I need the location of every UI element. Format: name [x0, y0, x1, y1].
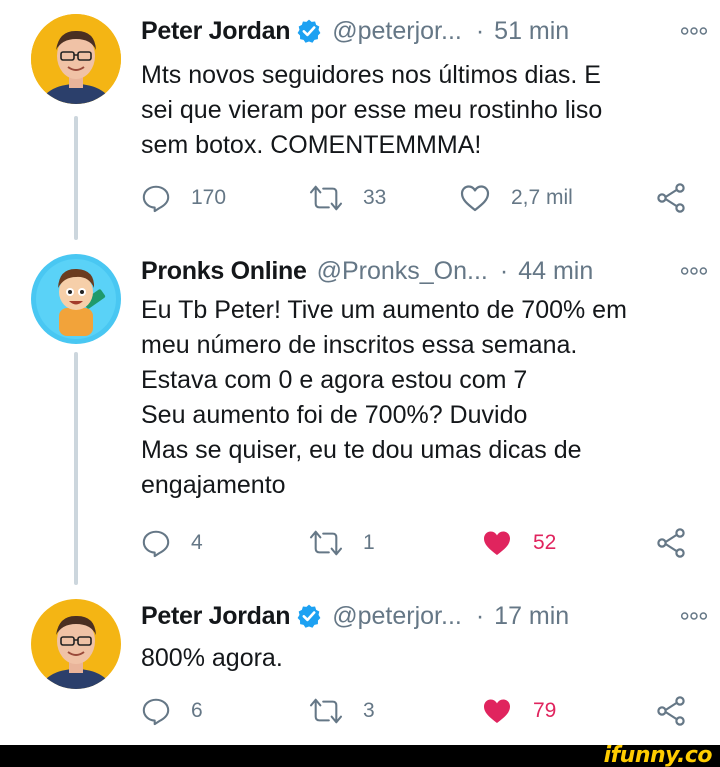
avatar-peter-jordan-image: [31, 14, 121, 104]
like-button[interactable]: 52: [481, 523, 556, 563]
thread-line: [74, 352, 78, 585]
share-button[interactable]: [655, 523, 687, 563]
avatar[interactable]: [31, 14, 121, 104]
retweet-count: 1: [363, 531, 375, 554]
timestamp[interactable]: 44 min: [518, 257, 593, 286]
ifunny-watermark: ifunny.co: [603, 743, 713, 767]
verified-badge-icon: [296, 603, 322, 629]
reply-count: 170: [191, 186, 227, 209]
avatar-pronks-online-image: [31, 254, 121, 344]
reply-count: 4: [191, 531, 203, 554]
tweet-actions: 6 3 79: [141, 691, 701, 731]
tweet-2[interactable]: Pronks Online @Pronks_On... · 44 min Eu …: [0, 240, 720, 585]
like-count: 79: [533, 699, 557, 722]
like-count: 2,7 mil: [511, 186, 573, 209]
more-options-icon[interactable]: [680, 266, 708, 276]
retweet-count: 3: [363, 699, 375, 722]
tweet-actions: 170 33 2,7 mil: [141, 178, 701, 218]
tweet-3[interactable]: Peter Jordan @peterjor... · 17 min 800% …: [0, 585, 720, 743]
author-handle[interactable]: @peterjor...: [332, 17, 462, 46]
author-handle[interactable]: @peterjor...: [332, 602, 462, 631]
retweet-icon: [309, 696, 343, 726]
retweet-icon: [309, 528, 343, 558]
reply-icon: [141, 183, 171, 213]
timestamp[interactable]: 17 min: [494, 602, 569, 631]
retweet-button[interactable]: 3: [309, 691, 375, 731]
like-button[interactable]: 2,7 mil: [459, 178, 573, 218]
share-icon: [655, 182, 687, 214]
share-icon: [655, 695, 687, 727]
verified-badge-icon: [296, 18, 322, 44]
tweet-text: 800% agora.: [141, 644, 283, 672]
avatar[interactable]: [31, 254, 121, 344]
heart-icon: [481, 528, 513, 558]
tweet-text: Mts novos seguidores nos últimos dias. E…: [141, 61, 603, 159]
author-handle[interactable]: @Pronks_On...: [317, 257, 488, 286]
more-options-icon[interactable]: [680, 26, 708, 36]
tweet-header: Peter Jordan @peterjor... · 51 min: [141, 12, 700, 50]
tweet-header: Pronks Online @Pronks_On... · 44 min: [141, 252, 700, 290]
tweet-header: Peter Jordan @peterjor... · 17 min: [141, 597, 700, 635]
reply-count: 6: [191, 699, 203, 722]
separator: ·: [499, 256, 509, 285]
retweet-count: 33: [363, 186, 387, 209]
tweet-1[interactable]: Peter Jordan @peterjor... · 51 min Mts n…: [0, 0, 720, 240]
tweet-actions: 4 1 52: [141, 523, 701, 563]
like-count: 52: [533, 531, 557, 554]
heart-icon: [481, 696, 513, 726]
tweet-text: Eu Tb Peter! Tive um aumento de 700% em …: [141, 296, 627, 499]
separator: ·: [475, 601, 485, 630]
heart-icon: [459, 183, 491, 213]
share-icon: [655, 527, 687, 559]
author-name[interactable]: Peter Jordan: [141, 602, 291, 631]
like-button[interactable]: 79: [481, 691, 556, 731]
avatar-peter-jordan-image: [31, 599, 121, 689]
reply-button[interactable]: 170: [141, 178, 226, 218]
author-name[interactable]: Peter Jordan: [141, 17, 291, 46]
reply-icon: [141, 696, 171, 726]
share-button[interactable]: [655, 178, 687, 218]
reply-button[interactable]: 4: [141, 523, 203, 563]
thread-line: [74, 116, 78, 240]
more-options-icon[interactable]: [680, 611, 708, 621]
share-button[interactable]: [655, 691, 687, 731]
timestamp[interactable]: 51 min: [494, 17, 569, 46]
retweet-button[interactable]: 1: [309, 523, 375, 563]
watermark-bar: ifunny.co: [0, 743, 720, 767]
avatar[interactable]: [31, 599, 121, 689]
reply-button[interactable]: 6: [141, 691, 203, 731]
author-name[interactable]: Pronks Online: [141, 257, 307, 286]
retweet-icon: [309, 183, 343, 213]
separator: ·: [475, 16, 485, 45]
reply-icon: [141, 528, 171, 558]
retweet-button[interactable]: 33: [309, 178, 386, 218]
